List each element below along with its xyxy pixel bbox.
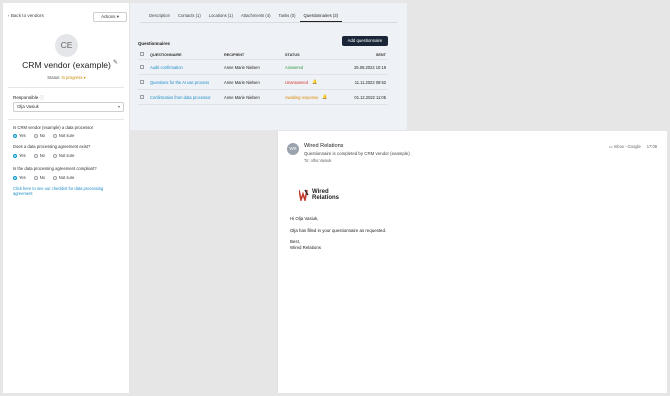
radio-yes[interactable]: Yes: [13, 133, 26, 138]
wired-relations-logo: Wired Relations: [299, 189, 339, 201]
email-meta: ▭ Inbox - Google 17:08: [609, 144, 657, 149]
radio-yes[interactable]: Yes: [13, 175, 26, 180]
tab-questionnaires[interactable]: Questionnaires (3): [299, 12, 342, 22]
add-questionnaire-button[interactable]: Add questionnaire: [342, 36, 388, 46]
tab-divider: [140, 22, 397, 23]
sent-date: 01.12.2022 11:05: [354, 94, 386, 100]
recipient: Anne Marie Nielsen: [224, 94, 260, 100]
sent-date: 11.11.2022 09:52: [354, 79, 386, 85]
questionnaire-link[interactable]: Confirmation from data processor: [150, 95, 224, 100]
status-dropdown[interactable]: In progress ▾: [62, 75, 86, 80]
row-checkbox[interactable]: [140, 94, 144, 99]
tab-locations[interactable]: Locations (1): [205, 12, 237, 22]
radio-not-sure[interactable]: Not sure: [52, 153, 74, 158]
reminder-bell-icon[interactable]: 🔔: [322, 94, 327, 100]
select-all-checkbox[interactable]: [140, 52, 144, 56]
section-title: Questionnaires: [138, 41, 170, 46]
email-body: Olja has filled in your questionnaire as…: [290, 228, 387, 233]
column-header: QUESTIONNAIRE: [150, 52, 182, 57]
radio-group-data-processor: Yes No Not sure: [13, 133, 74, 138]
tab-contacts[interactable]: Contacts (1): [174, 12, 205, 22]
email-recipient: To: olha Vasiuk: [304, 158, 332, 163]
responsible-select[interactable]: Olja Vasiuk ▾: [13, 102, 124, 112]
table-row[interactable]: Audit confirmation Anne Marie Nielsen An…: [138, 60, 388, 75]
questionnaire-link[interactable]: Questions for the AI use process: [150, 80, 224, 85]
vendor-name: CRM vendor (example): [22, 60, 111, 70]
sender-avatar: WR: [287, 143, 299, 155]
table-row[interactable]: Confirmation from data processor Anne Ma…: [138, 90, 388, 105]
recipient: Anne Marie Nielsen: [224, 64, 260, 70]
radio-group-dpa-compliant: Yes No Not sure: [13, 175, 74, 180]
email-subject: Questionnaire is completed by CRM vendor…: [304, 151, 410, 156]
question-data-processor: Is CRM vendor (example) a data processor: [13, 125, 94, 130]
table-row[interactable]: Questions for the AI use process Anne Ma…: [138, 75, 388, 90]
vendor-avatar: CE: [55, 34, 78, 57]
info-icon: ⓘ: [39, 95, 45, 100]
questionnaire-link[interactable]: Audit confirmation: [150, 65, 224, 70]
chevron-down-icon: ▾: [116, 14, 119, 19]
status-text: Answered: [285, 64, 304, 70]
email-signature: Wired Relations: [290, 245, 321, 250]
inbox-icon: ▭ Inbox - Google: [608, 144, 641, 149]
radio-not-sure[interactable]: Not sure: [52, 133, 74, 138]
radio-yes[interactable]: Yes: [13, 153, 26, 158]
status-text: Unanswered: [285, 79, 308, 85]
tab-attachments[interactable]: Attachments (4): [237, 12, 275, 22]
email-notification: WR Wired Relations Questionnaire is comp…: [277, 131, 667, 393]
email-greeting: Hi Olja Vasiuk,: [290, 216, 319, 221]
back-to-vendors-link[interactable]: ‹ Back to vendors: [8, 13, 44, 18]
email-signoff: Best,: [290, 239, 301, 244]
vendor-status: Status: In progress ▾: [47, 75, 86, 80]
vendor-sidebar: ‹ Back to vendors Actions ▾ CE CRM vendo…: [3, 3, 130, 393]
email-sender: Wired Relations: [304, 143, 344, 149]
logo-mark-icon: [299, 189, 309, 201]
row-checkbox[interactable]: [140, 64, 144, 69]
column-header: RECIPIENT: [224, 52, 245, 57]
email-time: 17:08: [646, 144, 657, 149]
column-header: SENT: [375, 52, 386, 57]
sent-date: 25.08.2022 10:19: [354, 64, 386, 70]
reminder-bell-icon[interactable]: 🔔: [312, 79, 317, 85]
chevron-down-icon: ▾: [117, 104, 120, 109]
question-dpa-exists: Does a data processing agreement exist?: [13, 144, 91, 149]
edit-pencil-icon[interactable]: ✎: [113, 59, 118, 66]
table-header: QUESTIONNAIRE RECIPIENT STATUS SENT: [138, 50, 388, 60]
radio-no[interactable]: No: [33, 175, 45, 180]
divider: [8, 119, 124, 120]
row-checkbox[interactable]: [140, 79, 144, 84]
radio-group-dpa-exists: Yes No Not sure: [13, 153, 74, 158]
responsible-label: Responsible ⓘ: [13, 95, 45, 100]
column-header: STATUS: [285, 52, 300, 57]
tab-description[interactable]: Description: [145, 12, 174, 22]
tab-tasks[interactable]: Tasks (0): [275, 12, 300, 22]
vendor-main-panel: Description Contacts (1) Locations (1) A…: [130, 3, 407, 130]
divider: [8, 87, 124, 88]
actions-dropdown[interactable]: Actions ▾: [93, 12, 127, 22]
radio-not-sure[interactable]: Not sure: [52, 175, 74, 180]
recipient: Anne Marie Nielsen: [224, 79, 260, 85]
radio-no[interactable]: No: [33, 153, 45, 158]
radio-no[interactable]: No: [33, 133, 45, 138]
vendor-tabs: Description Contacts (1) Locations (1) A…: [145, 12, 342, 22]
question-dpa-compliant: Is the data processing agreement complia…: [13, 166, 97, 171]
questionnaires-table: QUESTIONNAIRE RECIPIENT STATUS SENT Audi…: [138, 50, 388, 105]
status-text: Awaiting response: [285, 94, 319, 100]
dpa-checklist-link[interactable]: Click here to see our checklist for data…: [13, 186, 113, 196]
